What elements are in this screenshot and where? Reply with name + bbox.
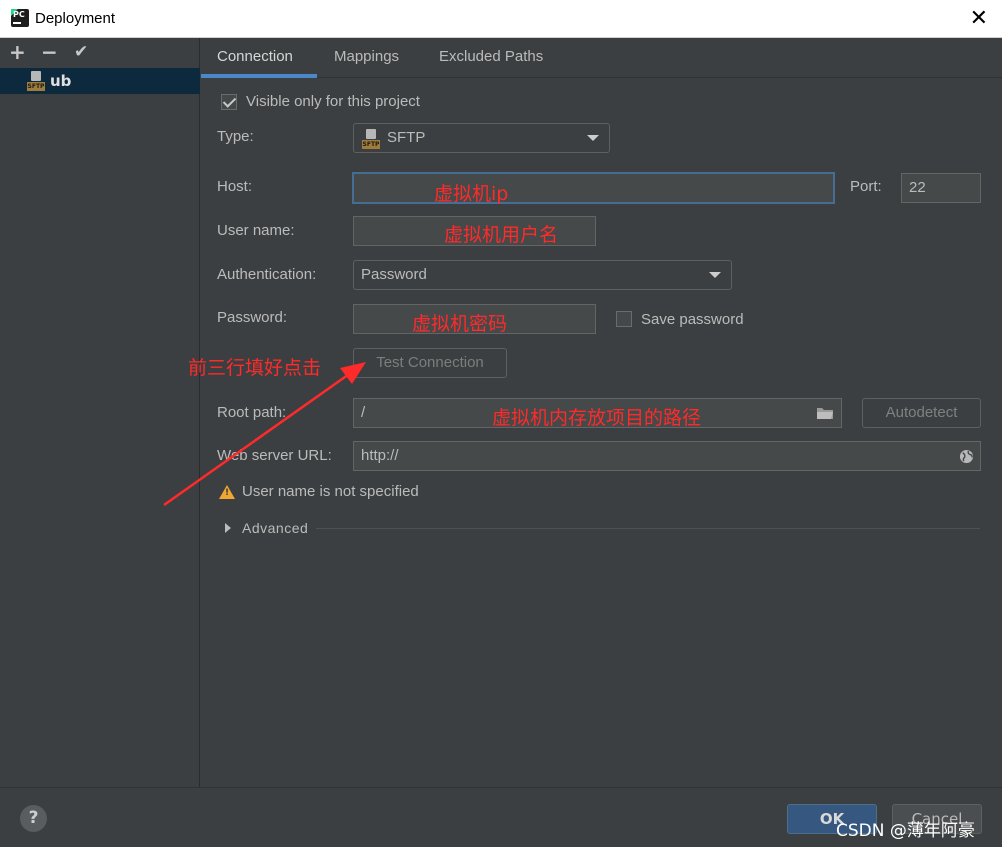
csdn-watermark: CSDN @薄年阿豪: [836, 821, 975, 841]
help-icon[interactable]: ?: [20, 805, 47, 832]
annotation-arrow: [163, 362, 366, 507]
